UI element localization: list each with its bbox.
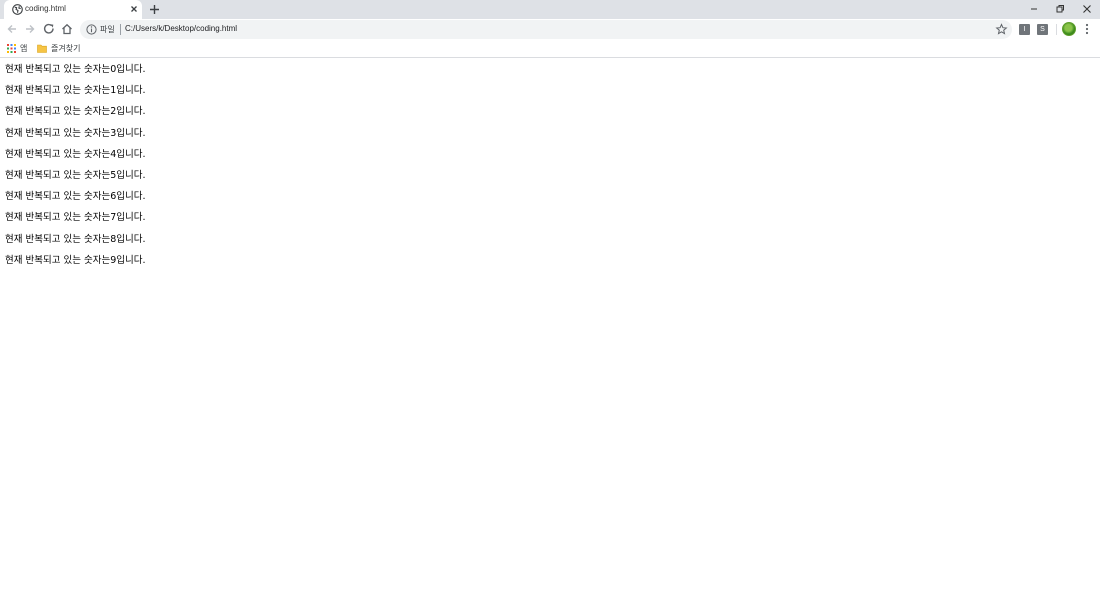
close-tab-icon[interactable] (128, 3, 140, 15)
output-line: 현재 반복되고 있는 숫자는2입니다. (5, 106, 146, 118)
bookmarks-bar: 앱 즐겨찾기 (0, 40, 1100, 58)
tab-strip: coding.html (0, 0, 1100, 19)
tab-title: coding.html (25, 4, 66, 13)
output-line: 현재 반복되고 있는 숫자는5입니다. (5, 169, 146, 181)
bookmark-favorites-label: 즐겨찾기 (51, 44, 81, 53)
minimize-button[interactable] (1027, 2, 1041, 16)
output-line: 현재 반복되고 있는 숫자는6입니다. (5, 191, 146, 203)
forward-button[interactable] (23, 22, 37, 36)
extension-s-button[interactable]: S (1037, 24, 1048, 35)
page-body: 현재 반복되고 있는 숫자는0입니다. 현재 반복되고 있는 숫자는1입니다. … (5, 63, 145, 275)
info-icon[interactable] (86, 24, 97, 35)
extension-i-button[interactable]: I (1019, 24, 1030, 35)
bookmark-apps-label: 앱 (20, 44, 28, 53)
bookmark-star-icon[interactable] (995, 23, 1008, 36)
bookmark-apps[interactable]: 앱 (7, 42, 27, 55)
restore-button[interactable] (1053, 2, 1067, 16)
home-button[interactable] (60, 22, 74, 36)
apps-grid-icon (7, 44, 16, 53)
more-menu-icon[interactable] (1082, 22, 1092, 36)
browser-toolbar: 파일 C:/Users/k/Desktop/coding.html I S (0, 19, 1100, 40)
new-tab-button[interactable] (148, 3, 161, 16)
globe-icon (12, 4, 23, 15)
output-line: 현재 반복되고 있는 숫자는8입니다. (5, 233, 146, 245)
output-line: 현재 반복되고 있는 숫자는0입니다. (5, 64, 146, 75)
back-button[interactable] (5, 22, 19, 36)
output-line: 현재 반복되고 있는 숫자는3입니다. (5, 127, 146, 139)
reload-button[interactable] (42, 22, 56, 36)
output-line: 현재 반복되고 있는 숫자는9입니다. (5, 254, 146, 266)
close-window-button[interactable] (1080, 2, 1094, 16)
output-line: 현재 반복되고 있는 숫자는7입니다. (5, 212, 146, 224)
browser-tab[interactable]: coding.html (4, 0, 142, 19)
chip-divider (120, 24, 121, 35)
site-info-chip[interactable]: 파일 (100, 24, 115, 35)
folder-icon (37, 44, 47, 53)
bookmark-favorites[interactable]: 즐겨찾기 (37, 42, 80, 55)
output-line: 현재 반복되고 있는 숫자는1입니다. (5, 85, 146, 97)
profile-avatar[interactable] (1062, 22, 1076, 36)
url-text[interactable]: C:/Users/k/Desktop/coding.html (125, 24, 237, 33)
address-bar[interactable]: 파일 C:/Users/k/Desktop/coding.html (80, 20, 1012, 39)
toolbar-divider (1056, 24, 1057, 35)
output-line: 현재 반복되고 있는 숫자는4입니다. (5, 148, 146, 160)
